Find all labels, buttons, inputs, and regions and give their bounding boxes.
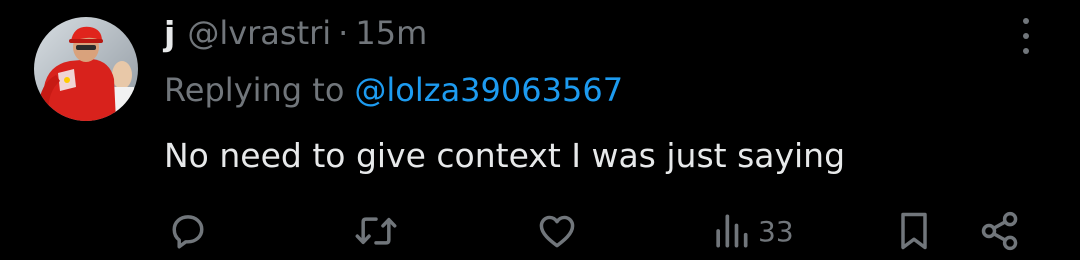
retweet-button[interactable] bbox=[352, 205, 400, 257]
like-button[interactable] bbox=[534, 205, 580, 257]
tweet-header: j @lvrastri · 15m bbox=[164, 8, 427, 58]
more-dot bbox=[1023, 33, 1029, 39]
tweet[interactable]: j @lvrastri · 15m Replying to @lolza3906… bbox=[0, 0, 1080, 260]
author-display-name[interactable]: j bbox=[164, 14, 175, 53]
views-count: 33 bbox=[758, 214, 794, 248]
bookmark-icon bbox=[901, 212, 927, 250]
bookmark-button[interactable] bbox=[894, 205, 934, 257]
retweet-icon bbox=[355, 217, 397, 245]
reply-button[interactable] bbox=[166, 205, 210, 257]
more-dot bbox=[1023, 18, 1029, 24]
reply-mention-link[interactable]: @lolza39063567 bbox=[354, 71, 623, 109]
heart-icon bbox=[539, 215, 575, 248]
share-icon bbox=[981, 211, 1018, 251]
avatar-image bbox=[34, 17, 138, 121]
more-options-icon[interactable] bbox=[1014, 16, 1038, 56]
separator-dot: · bbox=[338, 14, 349, 52]
timestamp[interactable]: 15m bbox=[355, 14, 427, 52]
author-handle[interactable]: @lvrastri bbox=[187, 14, 331, 52]
replying-to-label: Replying to bbox=[164, 71, 345, 109]
replying-to-line: Replying to @lolza39063567 bbox=[164, 66, 623, 114]
more-dot bbox=[1023, 48, 1029, 54]
views-stat[interactable]: 33 bbox=[712, 205, 794, 257]
bar-chart-icon bbox=[716, 214, 748, 248]
avatar[interactable] bbox=[34, 17, 138, 121]
action-bar: 33 bbox=[0, 205, 1080, 257]
reply-bubble-icon bbox=[172, 215, 204, 249]
tweet-text: No need to give context I was just sayin… bbox=[164, 135, 846, 175]
share-button[interactable] bbox=[978, 205, 1022, 257]
